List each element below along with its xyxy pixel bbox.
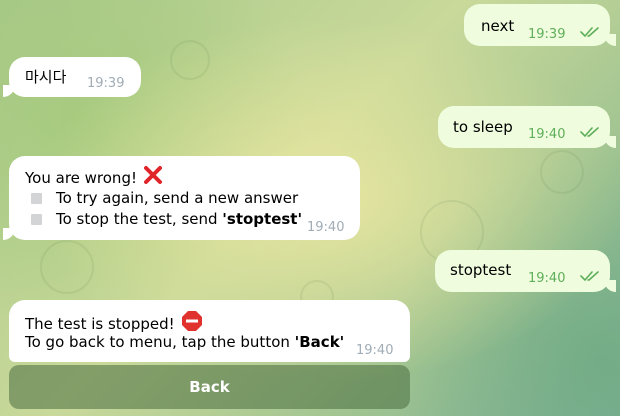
double-check-icon (580, 26, 600, 38)
message-time: 19:40 (307, 220, 345, 235)
message-time: 19:40 (356, 343, 394, 358)
grey-square-icon (31, 193, 42, 204)
button-name-text: 'Back' (294, 333, 345, 351)
message-line: You are wrong! (25, 168, 137, 187)
double-check-icon (580, 126, 600, 138)
message-time: 19:40 (528, 271, 566, 286)
outgoing-message[interactable]: next 19:39 (464, 4, 616, 46)
incoming-message[interactable]: You are wrong! To try again, send a new … (3, 156, 360, 240)
incoming-message[interactable]: 마시다 19:39 (3, 57, 141, 97)
message-time: 19:40 (528, 127, 566, 142)
message-line: To try again, send a new answer (56, 189, 299, 207)
double-check-icon (580, 270, 600, 282)
message-text: stoptest (450, 261, 512, 279)
grey-square-icon (31, 214, 42, 225)
message-text: next (481, 17, 515, 35)
command-text: 'stoptest' (222, 210, 303, 228)
incoming-message[interactable]: The test is stopped! To go back to menu,… (9, 300, 410, 362)
message-line: To go back to menu, tap the button (25, 333, 295, 351)
message-time: 19:39 (528, 27, 566, 42)
message-line: To stop the test, send (56, 210, 223, 228)
outgoing-message[interactable]: to sleep 19:40 (438, 106, 616, 148)
message-text: 마시다 (25, 68, 67, 86)
message-text: to sleep (453, 118, 513, 136)
message-time: 19:39 (87, 76, 125, 91)
outgoing-message[interactable]: stoptest 19:40 (435, 250, 616, 292)
back-button[interactable]: Back (9, 365, 410, 409)
back-button-label: Back (189, 378, 230, 396)
